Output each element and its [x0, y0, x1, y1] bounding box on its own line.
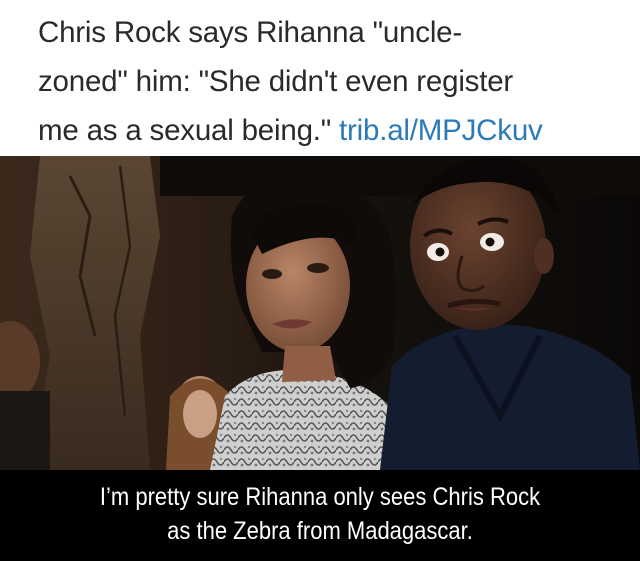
- tweet-line-3-text: me as a sexual being.": [38, 114, 340, 147]
- tweet-text: Chris Rock says Rihanna "uncle- zoned" h…: [38, 8, 620, 155]
- event-photo: [0, 156, 640, 470]
- caption-line-1: I’m pretty sure Rihanna only sees Chris …: [99, 483, 541, 511]
- tweet-line-2: zoned" him: "She didn't even register: [38, 65, 514, 98]
- tweet-line-1: Chris Rock says Rihanna "uncle-: [38, 16, 462, 49]
- tweet-header: Chris Rock says Rihanna "uncle- zoned" h…: [0, 0, 640, 156]
- caption-line-2: as the Zebra from Madagascar.: [167, 517, 473, 545]
- meme-image: Chris Rock says Rihanna "uncle- zoned" h…: [0, 0, 640, 561]
- tweet-line-3: me as a sexual being." trib.al/MPJCkuv: [38, 106, 620, 155]
- tweet-link[interactable]: trib.al/MPJCkuv: [339, 114, 543, 147]
- meme-caption: I’m pretty sure Rihanna only sees Chris …: [0, 470, 640, 561]
